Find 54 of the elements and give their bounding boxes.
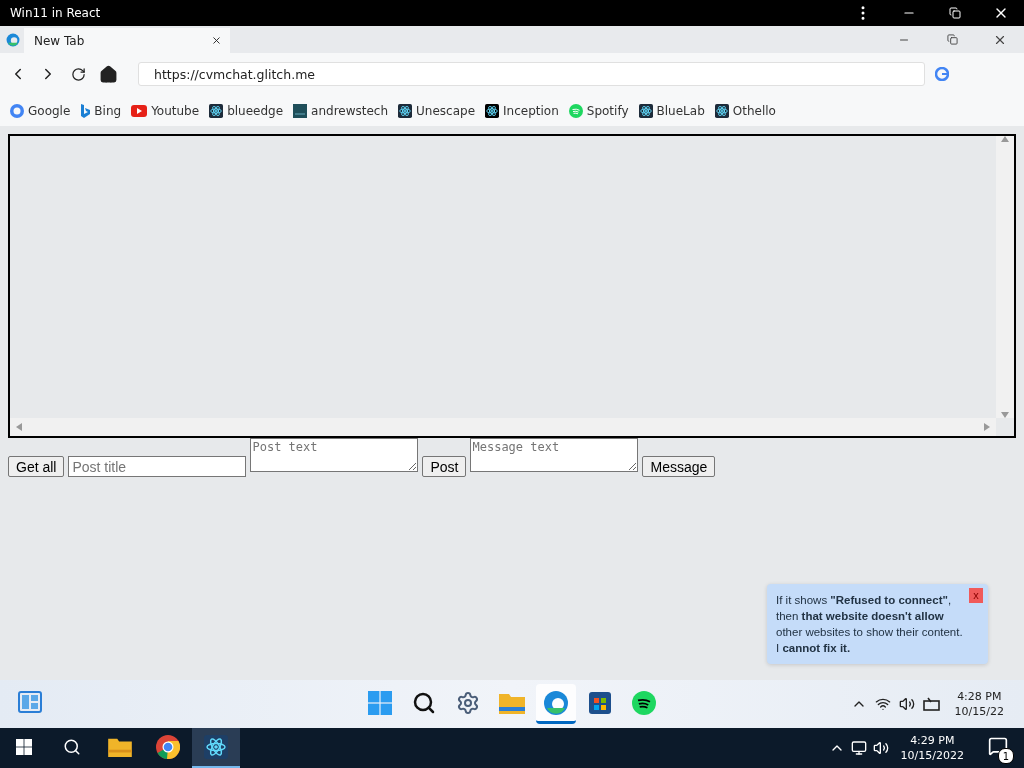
- image-icon: [293, 103, 308, 118]
- post-button[interactable]: Post: [422, 456, 467, 477]
- bookmark-link[interactable]: Othello: [714, 103, 776, 118]
- volume-icon[interactable]: [872, 740, 889, 756]
- edge-icon: [6, 32, 20, 47]
- atom-icon: [638, 103, 653, 118]
- volume-icon[interactable]: [898, 696, 915, 712]
- address-field[interactable]: https://cvmchat.glitch.me: [138, 62, 925, 86]
- atom-icon: [204, 735, 228, 759]
- play-icon: [131, 104, 148, 117]
- bookmark-link[interactable]: Bing: [80, 103, 122, 118]
- home-icon[interactable]: [98, 64, 118, 84]
- settings-icon[interactable]: [456, 690, 480, 715]
- folder-icon[interactable]: [108, 737, 132, 757]
- message-text-field[interactable]: Message text: [470, 438, 639, 472]
- bookmark-link[interactable]: Youtube: [131, 103, 200, 118]
- store-icon[interactable]: [589, 691, 611, 714]
- clock-time: 4:28 PM: [957, 689, 1002, 704]
- browser-tab[interactable]: New Tab: [24, 28, 230, 53]
- message-button[interactable]: Message: [642, 456, 716, 477]
- wifi-icon[interactable]: [874, 696, 891, 712]
- clock-time: 4:29 PM: [910, 733, 955, 748]
- search-icon[interactable]: [412, 690, 436, 715]
- notification-count: 1: [998, 748, 1014, 764]
- post-title-field[interactable]: Post title: [68, 456, 247, 477]
- get-all-button[interactable]: Get all: [8, 456, 65, 477]
- chrome-icon[interactable]: [156, 735, 180, 759]
- atom-icon: [714, 103, 729, 118]
- network-icon[interactable]: [850, 740, 867, 756]
- bookmark-link[interactable]: Spotify: [568, 103, 629, 118]
- close-icon[interactable]: [211, 35, 222, 46]
- bookmark-link[interactable]: Unescape: [398, 103, 476, 118]
- post-text-field[interactable]: Post text: [250, 438, 419, 472]
- bookmark-link[interactable]: Google: [10, 103, 71, 118]
- clock-date: 10/15/22: [954, 704, 1004, 719]
- search-icon[interactable]: [63, 738, 81, 756]
- reload-icon[interactable]: [70, 66, 86, 82]
- bing-icon: [80, 103, 91, 118]
- atom-icon: [209, 103, 224, 118]
- notification-text: If it shows "Refused to connect", then that website doesn't allow other websites to show their content. I cannot fix it.: [776, 594, 963, 654]
- bookmark-link[interactable]: andrewstech: [293, 103, 389, 118]
- atom-icon: [485, 103, 500, 118]
- bookmark-link[interactable]: Inception: [485, 103, 559, 118]
- spotify-icon: [568, 103, 583, 118]
- clock-date: 10/15/2022: [900, 748, 964, 763]
- bookmark-link[interactable]: BlueLab: [638, 103, 705, 118]
- restore-icon[interactable]: [949, 7, 961, 19]
- edge-icon[interactable]: [543, 689, 569, 716]
- windows-icon[interactable]: [368, 690, 392, 715]
- window-title: Win11 in React: [10, 6, 101, 20]
- bookmark-link[interactable]: blueedge: [209, 103, 284, 118]
- widgets-icon[interactable]: [18, 691, 42, 713]
- atom-icon: [398, 103, 413, 118]
- spotify-icon[interactable]: [632, 690, 656, 715]
